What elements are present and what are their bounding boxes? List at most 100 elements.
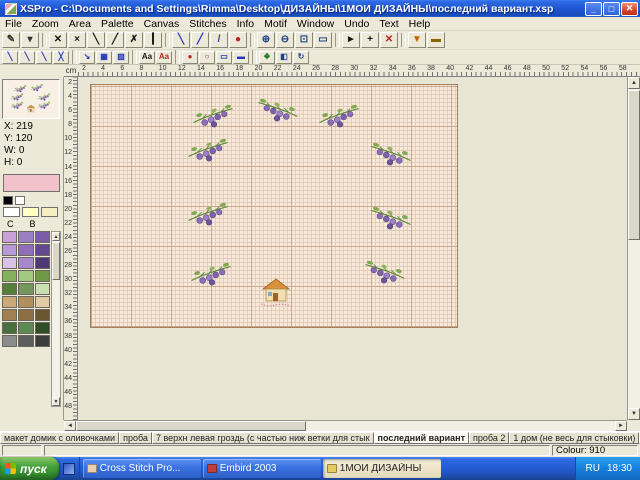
house-motif[interactable] [259, 277, 293, 307]
medium-backstitch-tool[interactable]: ╲ [19, 51, 35, 64]
outline-box-tool[interactable]: ▭ [216, 51, 232, 64]
menu-motif[interactable]: Motif [259, 18, 292, 30]
titlebar[interactable]: XSPro - C:\Documents and Settings\Rimma\… [0, 0, 640, 17]
quick-launch-icon[interactable] [63, 463, 75, 475]
palette-swatch[interactable] [22, 207, 39, 217]
menu-help[interactable]: Help [404, 18, 436, 30]
vertical-stitch-tool[interactable]: ┃ [144, 32, 162, 48]
zoom-in-tool[interactable]: ⊕ [257, 32, 275, 48]
zoom-out-tool[interactable]: ⊖ [276, 32, 294, 48]
backstitch-tool[interactable]: ╲ [172, 32, 190, 48]
full-cross-stitch-tool[interactable]: ✕ [49, 32, 67, 48]
quarter-stitch-tool[interactable]: ╱ [106, 32, 124, 48]
canvas-area[interactable] [78, 77, 627, 420]
thin-backstitch-tool[interactable]: ╲ [2, 51, 18, 64]
palette-swatch[interactable] [2, 283, 17, 295]
design-tab[interactable]: последний вариант [374, 432, 469, 444]
flood-fill-tool[interactable]: ▬ [427, 32, 445, 48]
menu-area[interactable]: Area [64, 18, 96, 30]
menu-stitches[interactable]: Stitches [184, 18, 231, 30]
palette-scroll-up-button[interactable]: ▲ [52, 232, 60, 241]
palette-swatch[interactable] [18, 309, 33, 321]
palette-swatch[interactable] [18, 244, 33, 256]
palette-swatch[interactable] [35, 322, 50, 334]
line-grid-tool[interactable]: ▦ [96, 51, 112, 64]
pencil-mode-dropdown[interactable]: ▾ [21, 32, 39, 48]
palette-swatch[interactable] [15, 196, 25, 205]
menu-undo[interactable]: Undo [339, 18, 374, 30]
filled-box-tool[interactable]: ▬ [233, 51, 249, 64]
rotate-tool[interactable]: ↻ [293, 51, 309, 64]
arrow-annotation-tool[interactable]: ↘ [79, 51, 95, 64]
scroll-left-button[interactable]: ◄ [64, 421, 76, 431]
horizontal-scroll-track[interactable] [306, 421, 615, 431]
taskbar-button[interactable]: Cross Stitch Pro... [83, 459, 201, 478]
palette-scroll-down-button[interactable]: ▼ [52, 397, 60, 406]
language-indicator[interactable]: RU [586, 463, 600, 474]
palette-col-b[interactable]: B [30, 219, 36, 229]
palette-col-c[interactable]: C [7, 219, 14, 229]
palette-swatch[interactable] [18, 335, 33, 347]
palette-swatch[interactable] [35, 231, 50, 243]
design-tab[interactable]: макет домик с оливочками [0, 432, 119, 444]
design-tab[interactable]: 1 дом (не весь для стыковки) [509, 432, 639, 444]
palette-swatch[interactable] [18, 231, 33, 243]
olive-branch-motif[interactable] [254, 97, 300, 123]
design-tab[interactable]: проба [119, 432, 152, 444]
palette-swatch[interactable] [41, 207, 58, 217]
palette-swatch[interactable] [2, 335, 17, 347]
palette-scroll-thumb[interactable] [52, 242, 60, 280]
palette-swatch[interactable] [2, 270, 17, 282]
design-tab[interactable]: 7 верхн левая гроздь (с частью ниж ветки… [152, 432, 374, 444]
olive-branch-motif[interactable] [317, 103, 363, 129]
palette-swatch[interactable] [18, 322, 33, 334]
horizontal-scrollbar[interactable]: ◄ ► [64, 420, 627, 431]
palette-swatch[interactable] [35, 244, 50, 256]
mirror-tool[interactable]: ◧ [276, 51, 292, 64]
taskbar-button[interactable]: Embird 2003 [203, 459, 321, 478]
palette-swatch[interactable] [2, 296, 17, 308]
taskbar-button[interactable]: 1МОИ ДИЗАЙНЫ [323, 459, 441, 478]
scroll-down-button[interactable]: ▼ [628, 408, 640, 420]
palette-swatch[interactable] [35, 283, 50, 295]
menu-window[interactable]: Window [292, 18, 339, 30]
menu-info[interactable]: Info [232, 18, 260, 30]
block-grid-tool[interactable]: ▨ [113, 51, 129, 64]
bead-tool[interactable]: ○ [199, 51, 215, 64]
vertical-scrollbar[interactable]: ▲ ▼ [627, 77, 640, 420]
menu-file[interactable]: File [0, 18, 27, 30]
start-button[interactable]: пуск [0, 457, 59, 480]
olive-branch-motif[interactable] [186, 137, 232, 163]
small-knot-tool[interactable]: ● [182, 51, 198, 64]
olive-branch-motif[interactable] [361, 259, 407, 285]
palette-swatch[interactable] [2, 257, 17, 269]
palette-swatch[interactable] [35, 270, 50, 282]
olive-branch-motif[interactable] [189, 261, 235, 287]
palette-swatch[interactable] [2, 309, 17, 321]
curved-stitch-tool[interactable]: / [210, 32, 228, 48]
vertical-scroll-thumb[interactable] [628, 90, 640, 240]
palette-swatch[interactable] [18, 296, 33, 308]
olive-branch-motif[interactable] [186, 201, 232, 227]
three-quarter-stitch-tool[interactable]: ✗ [125, 32, 143, 48]
menu-text[interactable]: Text [374, 18, 403, 30]
palette-scrollbar[interactable]: ▲ ▼ [51, 231, 61, 407]
stitch-grid[interactable] [90, 84, 458, 328]
palette-swatch[interactable] [3, 207, 20, 217]
olive-branch-motif[interactable] [367, 205, 413, 231]
palette-swatch[interactable] [18, 283, 33, 295]
half-stitch-tool[interactable]: ╲ [87, 32, 105, 48]
thick-backstitch-tool[interactable]: ╲ [36, 51, 52, 64]
delete-stitch-tool[interactable]: ✕ [380, 32, 398, 48]
palette-swatch[interactable] [3, 196, 13, 205]
design-tab[interactable]: проба 2 [469, 432, 509, 444]
clock[interactable]: 18:30 [607, 463, 632, 474]
horizontal-scroll-thumb[interactable] [76, 421, 306, 431]
zoom-fit-tool[interactable]: ▭ [314, 32, 332, 48]
palette-swatch[interactable] [18, 270, 33, 282]
palette-swatch[interactable] [18, 257, 33, 269]
petite-stitch-tool[interactable]: × [68, 32, 86, 48]
motif-library-tool[interactable]: ❖ [259, 51, 275, 64]
menu-palette[interactable]: Palette [96, 18, 139, 30]
move-tool[interactable]: + [361, 32, 379, 48]
